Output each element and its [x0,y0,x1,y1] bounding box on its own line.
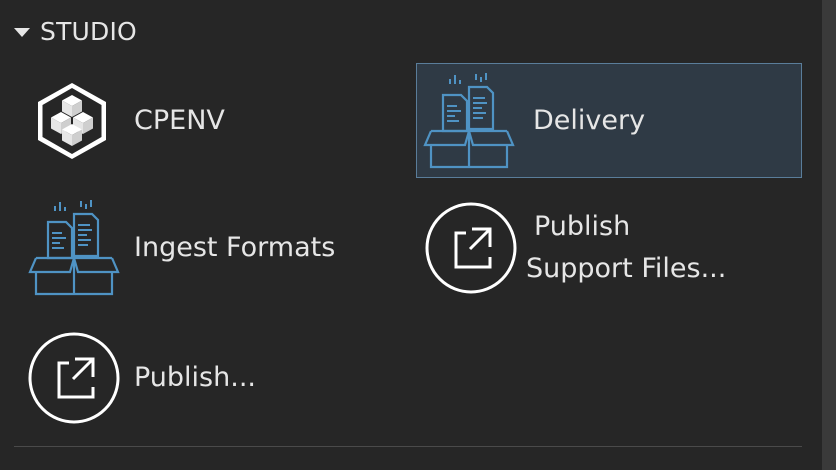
tile-publish[interactable]: Publish... [24,328,404,428]
caret-down-icon[interactable] [14,27,30,37]
section-divider [14,446,802,447]
tile-label: Ingest Formats [134,232,336,264]
tile-ingest-formats[interactable]: Ingest Formats [24,198,404,298]
section-title: STUDIO [40,16,137,46]
tile-label: Delivery [533,104,646,136]
cubes-hexagon-icon [24,74,120,168]
box-documents-icon [24,198,124,298]
tile-label-line2: Support Files... [526,253,727,284]
tile-label-block: Publish Support Files... [526,206,726,290]
tile-delivery[interactable]: Delivery [416,63,802,178]
tile-cpenv[interactable]: CPENV [24,74,384,168]
studio-section-header[interactable]: STUDIO [14,14,137,48]
scrollbar-track[interactable] [822,0,836,470]
tile-label: Publish... [134,362,256,394]
box-documents-icon [417,64,521,177]
external-link-circle-icon [422,198,520,298]
external-link-circle-icon [24,328,124,428]
tile-label: CPENV [134,105,225,137]
tile-publish-support-files[interactable]: Publish Support Files... [422,198,802,298]
tile-label-line1: Publish [534,211,631,242]
studio-panel: STUDIO CPENV Delivery Ingest Formats Pub… [0,0,836,470]
